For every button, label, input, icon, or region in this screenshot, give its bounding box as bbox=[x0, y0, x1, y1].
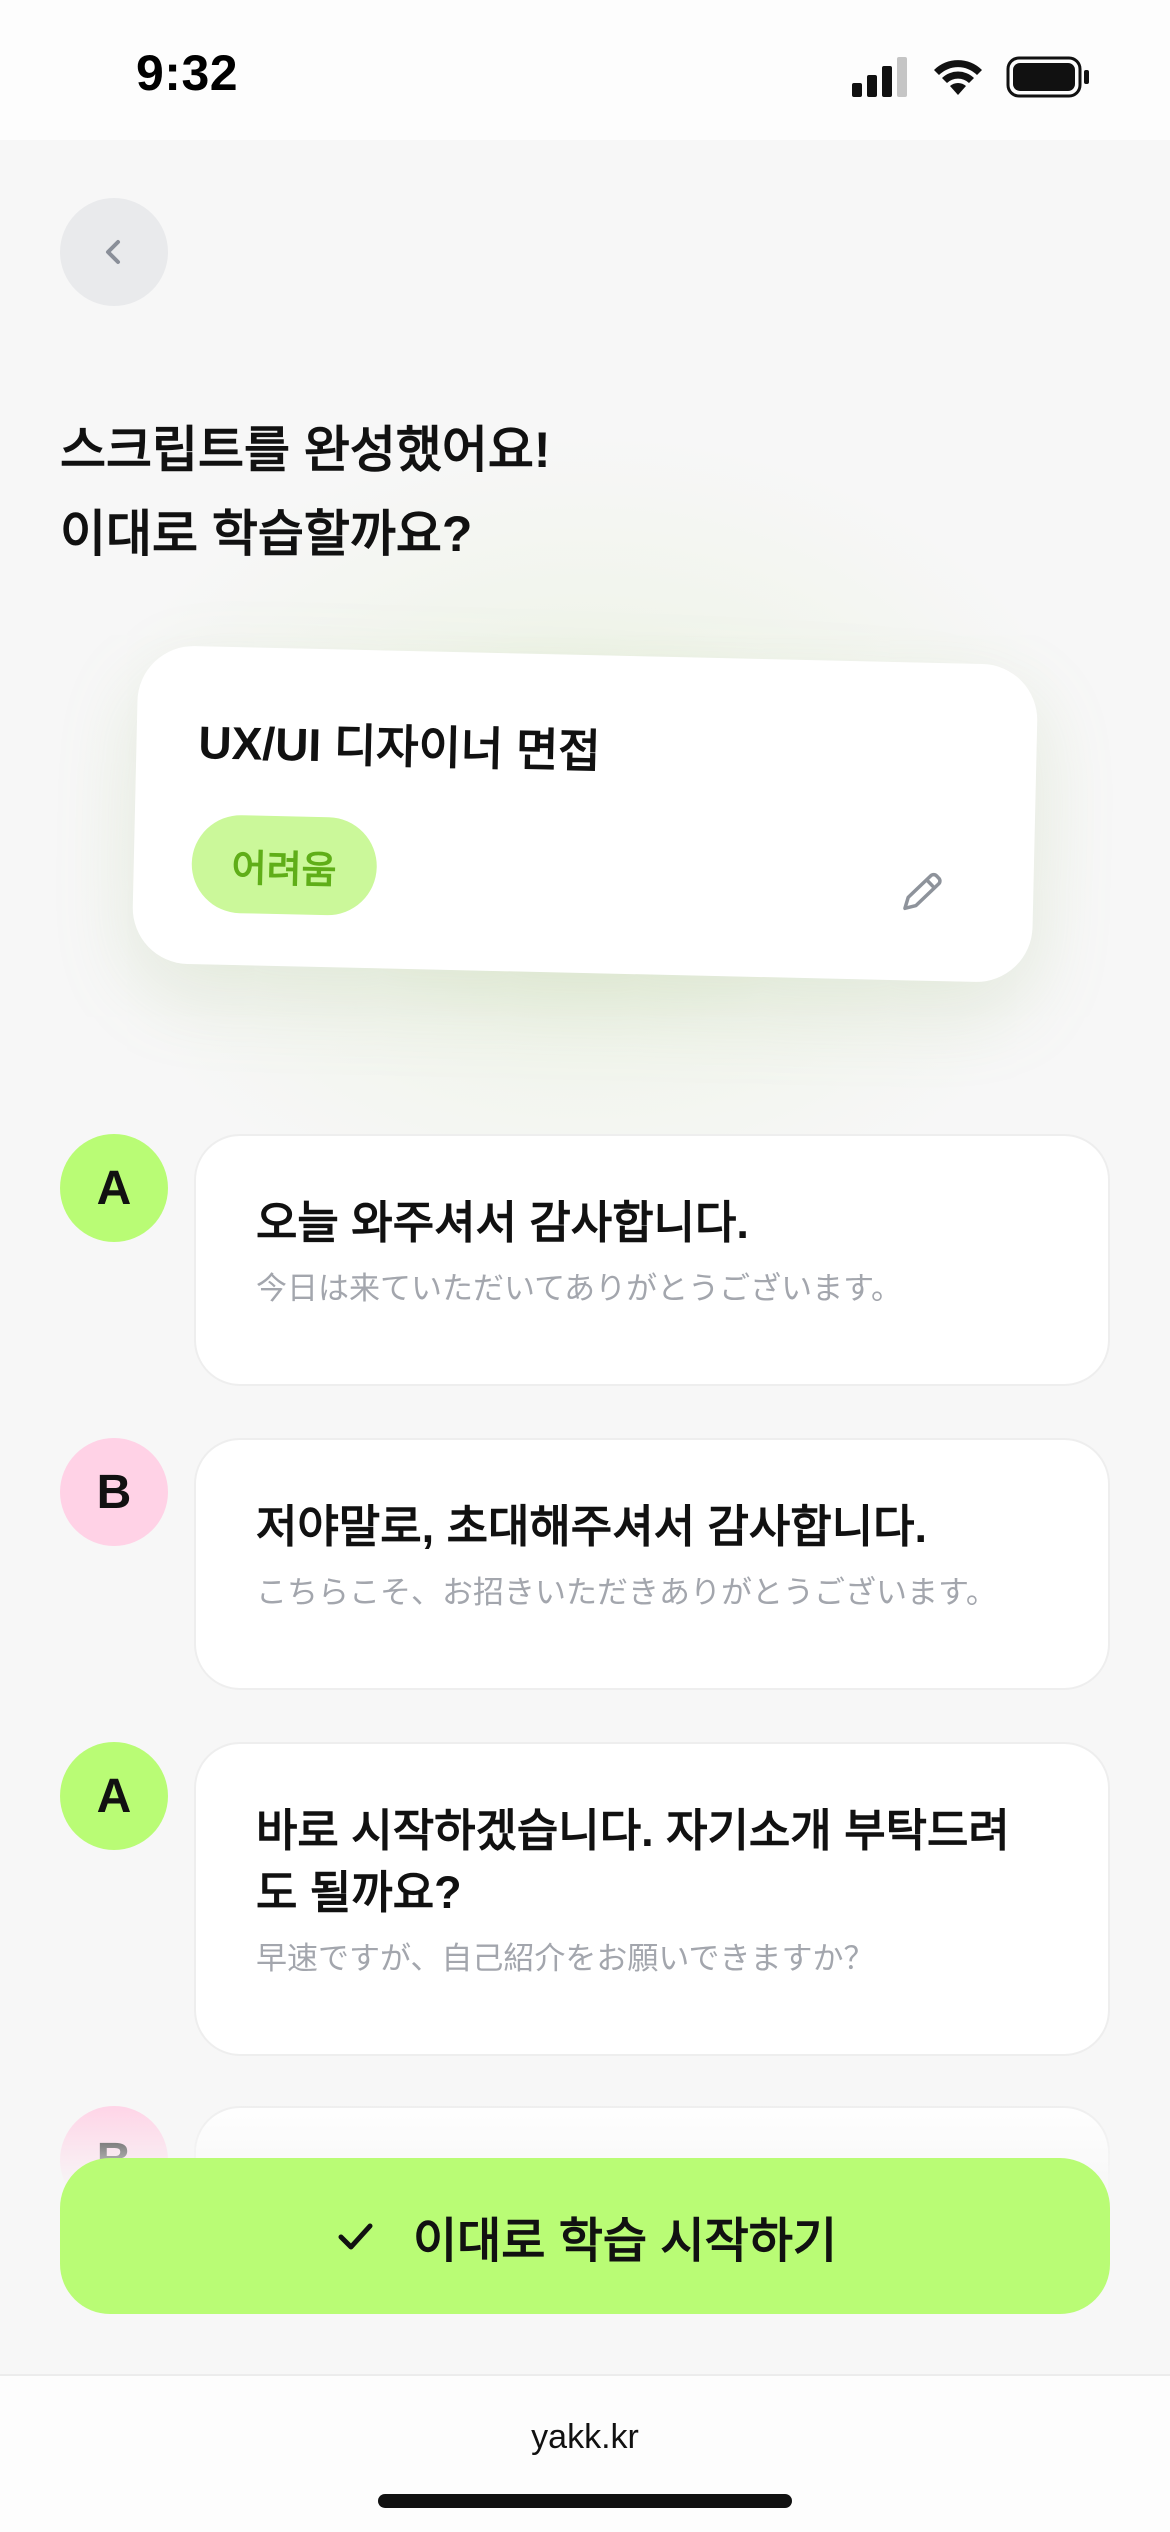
speaker-avatar-b: B bbox=[60, 1438, 168, 1546]
title-line-2: 이대로 학습할까요? bbox=[60, 506, 473, 562]
message-bubble[interactable]: 오늘 와주셔서 감사합니다. 今日は来ていただいてありがとうございます。 bbox=[194, 1134, 1110, 1386]
title-line-1: 스크립트를 완성했어요! bbox=[60, 422, 551, 478]
home-indicator[interactable] bbox=[378, 2494, 792, 2508]
message-text: 저야말로, 초대해주셔서 감사합니다. bbox=[256, 1501, 928, 1552]
url-label[interactable]: yakk.kr bbox=[0, 2418, 1170, 2457]
message-translation: 今日は来ていただいてありがとうございます。 bbox=[256, 1271, 903, 1306]
difficulty-badge: 어려움 bbox=[190, 814, 378, 917]
start-learning-button[interactable]: 이대로 학습 시작하기 bbox=[60, 2158, 1110, 2314]
edit-button[interactable] bbox=[891, 862, 952, 923]
message-bubble[interactable]: 저야말로, 초대해주셔서 감사합니다. こちらこそ、お招きいただきありがとうござ… bbox=[194, 1438, 1110, 1690]
message-translation: 早速ですが、自己紹介をお願いできますか？ bbox=[256, 1941, 875, 1976]
wifi-icon bbox=[934, 60, 982, 95]
chevron-left-icon bbox=[106, 240, 120, 264]
status-icons bbox=[852, 56, 1090, 98]
page-title: 스크립트를 완성했어요! 이대로 학습할까요? bbox=[60, 408, 551, 576]
check-icon bbox=[338, 2223, 373, 2250]
battery-icon bbox=[1006, 56, 1089, 98]
status-time: 9:32 bbox=[136, 45, 239, 101]
topic-title: UX/UI 디자이너 면접 bbox=[197, 716, 602, 778]
pencil-icon bbox=[903, 872, 942, 911]
message-bubble[interactable]: 바로 시작하겠습니다. 자기소개 부탁드려도 될까요? 早速ですが、自己紹介をお… bbox=[194, 1742, 1110, 2056]
start-learning-label: 이대로 학습 시작하기 bbox=[412, 2215, 838, 2268]
topic-card[interactable]: UX/UI 디자이너 면접 어려움 bbox=[131, 644, 1039, 984]
speaker-avatar-a: A bbox=[60, 1742, 168, 1850]
message-text: 오늘 와주셔서 감사합니다. bbox=[256, 1197, 749, 1248]
message-text: 바로 시작하겠습니다. 자기소개 부탁드려도 될까요? bbox=[256, 1805, 1010, 1918]
speaker-avatar-a: A bbox=[60, 1134, 168, 1242]
status-bar: 9:32 bbox=[0, 0, 1170, 140]
signal-icon bbox=[852, 57, 907, 97]
back-button[interactable] bbox=[60, 198, 168, 306]
browser-bottom-bar: yakk.kr bbox=[0, 2374, 1170, 2532]
message-translation: こちらこそ、お招きいただきありがとうございます。 bbox=[256, 1575, 997, 1610]
